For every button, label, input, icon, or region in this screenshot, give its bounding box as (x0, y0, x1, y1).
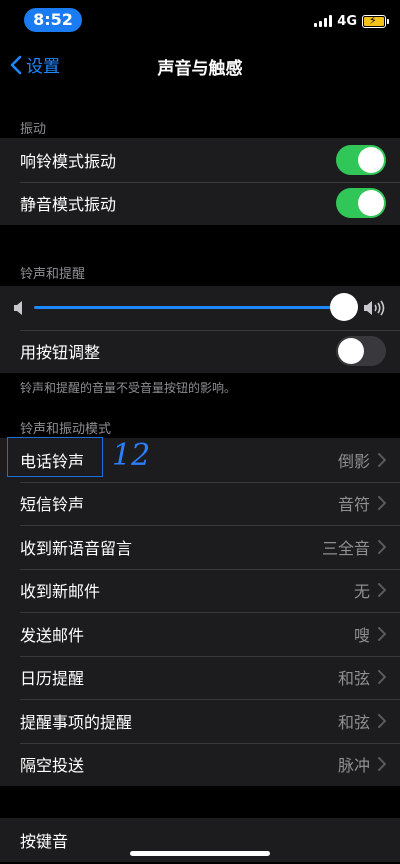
list-item-value: 和弦 (337, 712, 370, 732)
chevron-right-icon (378, 757, 386, 772)
list-item-label: 日历提醒 (20, 669, 85, 689)
chevron-right-icon (378, 670, 386, 685)
home-indicator (130, 851, 270, 856)
chevron-right-icon (378, 452, 386, 467)
list-item-label: 收到新语音留言 (20, 538, 133, 558)
keyboard-clicks-label: 按键音 (20, 831, 69, 851)
status-time: 8:52 (24, 8, 82, 32)
list-item-value: 脉冲 (337, 756, 370, 776)
list-item-label: 收到新邮件 (20, 582, 101, 602)
chevron-right-icon (378, 583, 386, 598)
chevron-right-icon (378, 539, 386, 554)
list-item-sent-mail[interactable]: 发送邮件 嗖 (0, 612, 400, 656)
silent-vibrate-row: 静音模式振动 (0, 181, 400, 226)
list-item-label: 隔空投送 (20, 756, 85, 776)
chevron-right-icon (378, 496, 386, 511)
list-item-value: 和弦 (337, 669, 370, 689)
list-item-value: 嗖 (353, 625, 370, 645)
list-item-reminder-alerts[interactable]: 提醒事项的提醒 和弦 (0, 699, 400, 743)
section-header-vibration: 振动 (20, 122, 47, 137)
list-item-new-mail[interactable]: 收到新邮件 无 (0, 568, 400, 613)
volume-low-icon (14, 300, 22, 315)
list-item-text-tone[interactable]: 短信铃声 音符 (0, 481, 400, 526)
ring-vibrate-row: 响铃模式振动 (0, 138, 400, 182)
button-adjust-label: 用按钮调整 (20, 343, 101, 363)
ring-vibrate-toggle[interactable] (336, 144, 386, 175)
network-type: 4G (337, 13, 357, 29)
button-adjust-row: 用按钮调整 (0, 329, 400, 374)
page-title: 声音与触感 (157, 59, 243, 79)
ringer-footnote: 铃声和提醒的音量不受音量按钮的影响。 (20, 381, 237, 395)
signal-icon (314, 15, 333, 27)
annotation-number: 12 (112, 438, 151, 473)
navigation-bar: 设置 声音与触感 (0, 40, 400, 88)
volume-slider[interactable] (34, 293, 358, 322)
list-item-value: 倒影 (337, 451, 370, 471)
list-item-label: 短信铃声 (20, 495, 85, 515)
list-item-new-voicemail[interactable]: 收到新语音留言 三全音 (0, 525, 400, 569)
silent-vibrate-toggle[interactable] (336, 188, 386, 219)
list-item-value: 无 (353, 582, 370, 602)
section-header-patterns: 铃声和振动模式 (20, 422, 112, 437)
status-icons: 4G ⚡ (314, 12, 389, 30)
section-header-ringer: 铃声和提醒 (20, 267, 86, 282)
ring-vibrate-label: 响铃模式振动 (20, 151, 117, 171)
status-bar: 8:52 4G ⚡ (0, 0, 400, 40)
list-item-value: 三全音 (321, 538, 370, 558)
battery-icon: ⚡ (362, 14, 389, 28)
chevron-right-icon (378, 713, 386, 728)
vibration-group: 响铃模式振动 静音模式振动 (0, 138, 400, 225)
highlight-box (7, 437, 103, 477)
list-item-label: 发送邮件 (20, 625, 85, 645)
list-item-airdrop[interactable]: 隔空投送 脉冲 (0, 742, 400, 787)
volume-slider-row (0, 286, 400, 330)
ringer-group: 用按钮调整 (0, 286, 400, 373)
list-item-value: 音符 (337, 495, 370, 515)
list-item-label: 提醒事项的提醒 (20, 712, 133, 732)
patterns-group: 电话铃声 倒影 短信铃声 音符 收到新语音留言 三全音 收到新邮件 无 发送邮件… (0, 438, 400, 786)
list-item-calendar-alerts[interactable]: 日历提醒 和弦 (0, 655, 400, 700)
silent-vibrate-label: 静音模式振动 (20, 195, 117, 215)
button-adjust-toggle[interactable] (336, 336, 386, 367)
chevron-right-icon (378, 626, 386, 641)
volume-high-icon (364, 300, 385, 316)
volume-slider-knob[interactable] (330, 293, 358, 322)
